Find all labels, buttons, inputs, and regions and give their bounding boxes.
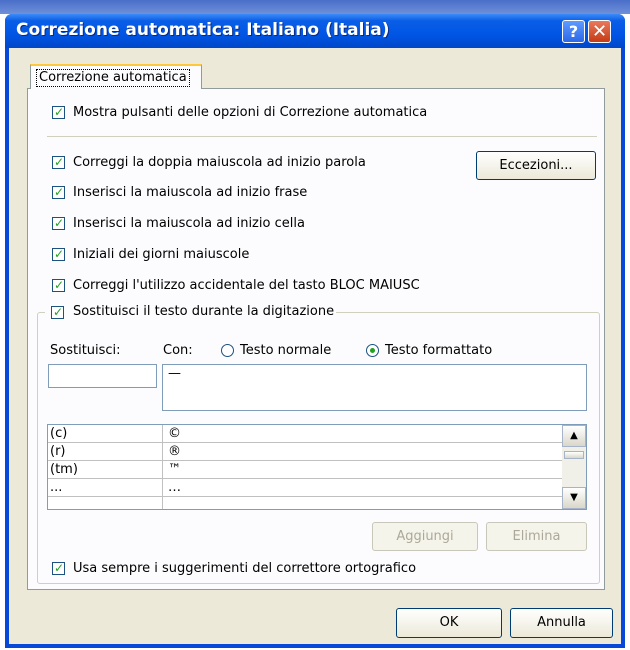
plain-text-label: Testo normale [240, 343, 332, 358]
table-row[interactable]: (c) © [48, 425, 564, 443]
add-button[interactable]: Aggiungi [372, 522, 478, 551]
entry-replace: (r) [50, 444, 66, 459]
spell-suggestions-label: Usa sempre i suggerimenti del correttore… [73, 561, 417, 576]
with-input-value: — [168, 366, 181, 381]
close-button[interactable]: ✕ [588, 20, 611, 43]
help-button[interactable]: ? [562, 20, 585, 43]
double-caps-checkbox[interactable]: ✓ [52, 155, 65, 169]
caps-lock-label: Correggi l'utilizzo accidentale del tast… [73, 278, 420, 293]
list-scrollbar[interactable]: ▲ ▼ [562, 425, 586, 509]
exceptions-button[interactable]: Eccezioni... [476, 151, 596, 180]
cancel-button[interactable]: Annulla [510, 608, 613, 638]
column-divider [162, 425, 163, 509]
entry-with: ® [168, 444, 181, 459]
formatted-text-radio[interactable] [366, 344, 379, 357]
replace-text-label: Sostituisci il testo durante la digitazi… [73, 304, 335, 319]
entry-with: … [168, 480, 181, 495]
check-mark-icon: ✓ [54, 278, 65, 292]
sentence-caps-checkbox[interactable]: ✓ [52, 185, 65, 199]
formatted-text-label: Testo formattato [385, 343, 493, 358]
dialog-title: Correzione automatica: Italiano (Italia) [16, 20, 390, 40]
check-mark-icon: ✓ [54, 185, 65, 199]
background-window-strip [0, 0, 630, 14]
scroll-thumb[interactable] [564, 451, 584, 459]
replace-text-checkbox[interactable]: ✓ [51, 305, 64, 319]
entry-with: ™ [168, 462, 181, 477]
separator [47, 136, 597, 137]
table-row[interactable]: ... … [48, 479, 564, 497]
day-names-checkbox[interactable]: ✓ [52, 247, 65, 261]
show-buttons-checkbox[interactable]: ✓ [52, 105, 65, 119]
show-buttons-label: Mostra pulsanti delle opzioni di Correzi… [73, 105, 428, 120]
scroll-down-icon[interactable]: ▼ [562, 487, 586, 509]
double-caps-label: Correggi la doppia maiuscola ad inizio p… [73, 155, 366, 170]
ok-button[interactable]: OK [396, 608, 502, 638]
entry-replace: (tm) [50, 462, 78, 477]
plain-text-radio[interactable] [221, 344, 234, 357]
check-mark-icon: ✓ [54, 247, 65, 261]
entry-with: © [168, 426, 181, 441]
with-label: Con: [163, 343, 193, 358]
entry-replace: (c) [50, 426, 68, 441]
cell-caps-checkbox[interactable]: ✓ [52, 216, 65, 230]
with-input[interactable]: — [162, 364, 587, 411]
table-row[interactable]: (r) ® [48, 443, 564, 461]
scroll-up-icon[interactable]: ▲ [562, 425, 586, 447]
delete-button[interactable]: Elimina [486, 522, 587, 551]
replace-input[interactable] [48, 364, 157, 388]
replace-group-header: ✓ Sostituisci il testo durante la digita… [45, 303, 337, 321]
check-mark-icon: ✓ [54, 105, 65, 119]
caps-lock-checkbox[interactable]: ✓ [52, 278, 65, 292]
entry-replace: ... [50, 480, 63, 495]
day-names-label: Iniziali dei giorni maiuscole [73, 247, 250, 262]
tab-correzione-automatica[interactable]: Correzione automatica [30, 64, 202, 89]
check-mark-icon: ✓ [54, 561, 65, 575]
replace-label: Sostituisci: [50, 343, 121, 358]
sentence-caps-label: Inserisci la maiuscola ad inizio frase [73, 185, 308, 200]
tab-label: Correzione automatica [36, 69, 190, 87]
check-mark-icon: ✓ [54, 155, 65, 169]
table-row[interactable]: (tm) ™ [48, 461, 564, 479]
check-mark-icon: ✓ [53, 305, 64, 319]
spell-suggestions-checkbox[interactable]: ✓ [52, 561, 65, 575]
cell-caps-label: Inserisci la maiuscola ad inizio cella [73, 216, 305, 231]
check-mark-icon: ✓ [54, 216, 65, 230]
autocorrect-entries-list[interactable]: (c) © (r) ® (tm) ™ ... … [47, 424, 587, 510]
